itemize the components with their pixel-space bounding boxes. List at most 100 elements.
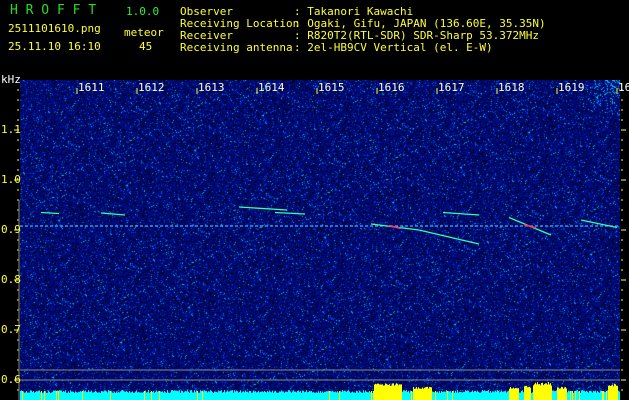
activity-bar [72,391,73,400]
activity-bar [446,390,447,400]
activity-bar [59,390,60,400]
activity-bar [305,391,306,400]
activity-bar [266,392,267,400]
activity-bar [284,392,285,400]
activity-bar [571,390,572,400]
activity-peak-bar [395,384,396,400]
activity-bar [223,391,224,400]
activity-bar [53,390,54,400]
activity-bar [343,391,344,400]
activity-bar [406,390,407,400]
activity-peak-bar [614,383,615,400]
x-tick-label: 1619 [558,81,585,94]
activity-bar [494,392,495,400]
activity-bar [90,391,91,400]
activity-peak-bar [509,388,510,400]
activity-spike [329,391,330,400]
activity-peak-bar [541,383,542,400]
activity-peak-bar [427,386,428,400]
activity-bar [30,390,31,400]
activity-bar [201,391,202,400]
activity-bar [155,391,156,400]
activity-bar [472,390,473,400]
activity-bar [311,391,312,400]
activity-bar [152,391,153,400]
activity-bar [270,391,271,400]
activity-bar [504,391,505,400]
activity-bar [403,390,404,400]
activity-bar [317,392,318,400]
activity-bar [480,392,481,400]
activity-peak-bar [381,384,382,400]
activity-bar [554,391,555,400]
activity-bar [595,390,596,400]
activity-bar [113,392,114,400]
activity-bar [578,391,579,400]
activity-bar [346,391,347,400]
activity-peak-bar [378,383,379,400]
activity-bar [38,390,39,400]
activity-bar [555,391,556,400]
activity-bar [481,391,482,400]
activity-bar [192,392,193,400]
activity-bar [101,391,102,400]
activity-peak-bar [617,385,618,400]
activity-bar [80,391,81,400]
activity-bar [350,392,351,400]
activity-bar [203,391,204,400]
meteor-trace [274,211,306,215]
activity-bar [465,390,466,400]
activity-bar [169,392,170,400]
activity-bar [581,390,582,400]
activity-bar [498,390,499,400]
activity-peak-bar [559,388,560,400]
activity-bar [104,391,105,400]
activity-bar [204,390,205,400]
activity-bar [497,390,498,400]
activity-bar [587,391,588,400]
activity-bar [69,392,70,400]
activity-bar [29,392,30,400]
activity-bar [358,392,359,400]
activity-bar [112,392,113,400]
activity-bar [243,391,244,400]
activity-bar [600,390,601,400]
activity-bar [238,392,239,400]
activity-spike [82,391,83,400]
activity-bar [140,392,141,400]
activity-bar [87,392,88,400]
activity-spike [44,391,45,400]
activity-bar [337,391,338,400]
activity-spike [339,391,340,400]
meteor-trace [100,212,126,216]
activity-spike [575,391,576,400]
activity-bar [130,392,131,400]
activity-peak-bar [530,387,531,400]
activity-bar [93,392,94,400]
activity-bar [97,392,98,400]
activity-peak-bar [613,386,614,400]
activity-bar [454,392,455,400]
activity-bar [486,391,487,400]
meteor-trace [418,229,480,245]
activity-bar [211,390,212,400]
activity-bar [574,391,575,400]
activity-bar [461,392,462,400]
activity-bar [569,391,570,400]
activity-peak-bar [398,385,399,400]
activity-peak-bar [422,387,423,400]
activity-bar [74,392,75,400]
activity-spike [159,391,160,400]
activity-peak-bar [374,384,375,400]
activity-bar [586,390,587,400]
activity-bar [129,391,130,400]
activity-bar [522,390,523,400]
activity-bar [111,391,112,400]
activity-bar [107,392,108,400]
activity-bar [344,390,345,400]
activity-peak-bar [388,385,389,400]
activity-bar [310,391,311,400]
activity-bar [485,391,486,400]
activity-bar [450,391,451,400]
activity-bar [205,391,206,400]
